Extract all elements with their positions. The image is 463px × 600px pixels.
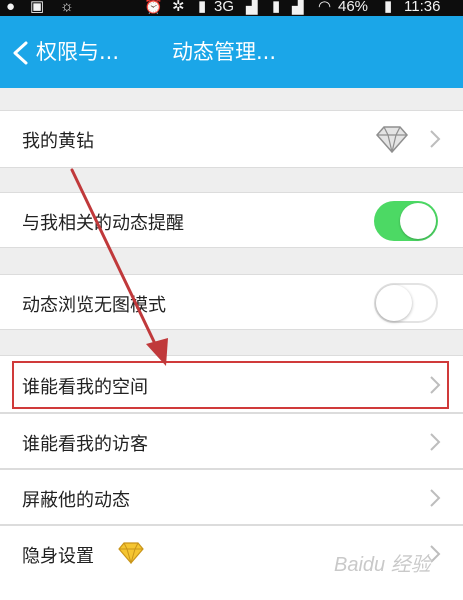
- network-type: 3G: [214, 0, 235, 15]
- chevron-right-icon: [430, 489, 441, 507]
- usb-icon: ✲: [172, 0, 185, 15]
- signal-icon: ▟: [246, 0, 258, 15]
- row-label: 与我相关的动态提醒: [22, 213, 184, 234]
- highlight-box: [12, 361, 449, 409]
- related-updates-toggle[interactable]: [374, 201, 438, 241]
- back-chevron-icon[interactable]: [10, 40, 32, 66]
- sim2-icon: ▮: [272, 0, 281, 15]
- sun-icon: ☼: [60, 0, 74, 15]
- battery-percent: 46%: [338, 0, 369, 15]
- gold-diamond-icon: [118, 542, 144, 564]
- row-label: 隐身设置: [22, 546, 94, 567]
- wifi-icon: ◠: [318, 0, 332, 15]
- row-label: 谁能看我的访客: [22, 434, 148, 455]
- watermark-logo: Baidu 经验: [334, 554, 431, 576]
- signal2-icon: ▟: [292, 0, 304, 15]
- chevron-right-icon: [430, 433, 441, 451]
- row-no-image-mode: 动态浏览无图模式: [0, 274, 463, 330]
- app-bar: 权限与... 动态管理...: [0, 16, 463, 88]
- no-image-mode-toggle[interactable]: [374, 283, 438, 323]
- row-who-can-see-my-visitors[interactable]: 谁能看我的访客: [0, 413, 463, 469]
- app-notification-icon: ●: [6, 0, 16, 15]
- row-label: 动态浏览无图模式: [22, 295, 166, 316]
- row-label: 屏蔽他的动态: [22, 490, 130, 511]
- toggle-knob: [400, 203, 436, 239]
- status-bar: ● ▣ ☼ ⏰ ✲ ▮ 3G ▟ ▮ ▟ ◠ 46% ▮ 11:36: [0, 0, 463, 16]
- row-related-updates-reminder: 与我相关的动态提醒: [0, 192, 463, 248]
- row-label: 我的黄钻: [22, 131, 94, 152]
- battery-icon: ▮: [384, 0, 393, 15]
- chevron-right-icon: [430, 130, 441, 148]
- screen-title: 动态管理...: [172, 40, 277, 64]
- alarm-icon: ⏰: [144, 0, 163, 15]
- toggle-knob: [376, 285, 412, 321]
- image-notification-icon: ▣: [30, 0, 45, 15]
- clock: 11:36: [404, 0, 441, 15]
- row-block-his-updates[interactable]: 屏蔽他的动态: [0, 469, 463, 525]
- back-button-label[interactable]: 权限与...: [36, 38, 119, 66]
- row-my-yellow-diamond[interactable]: 我的黄钻: [0, 110, 463, 168]
- sim-icon: ▮: [198, 0, 207, 15]
- diamond-icon: [376, 126, 408, 153]
